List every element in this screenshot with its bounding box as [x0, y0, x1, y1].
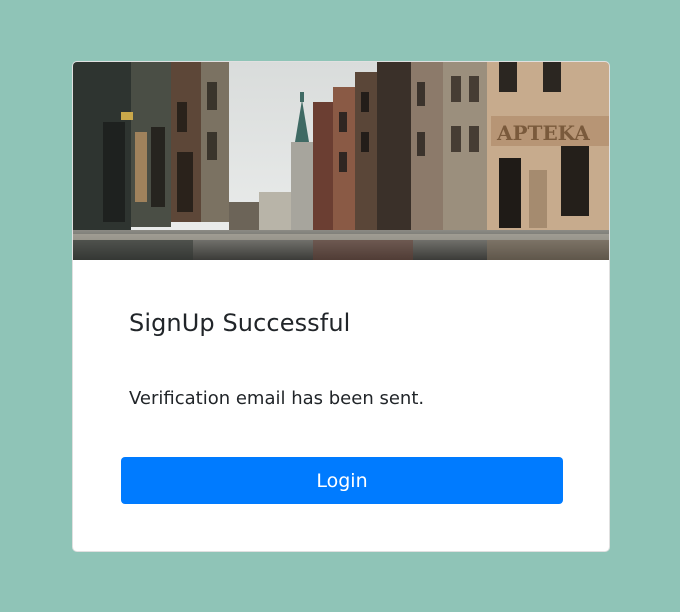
login-button[interactable]: Login: [121, 457, 563, 504]
card-title: SignUp Successful: [129, 309, 351, 337]
city-street-illustration: APTEKA: [73, 62, 609, 260]
signup-success-card: APTEKA SignUp Successful Verification em…: [72, 61, 610, 552]
card-body: SignUp Successful Verification email has…: [73, 260, 609, 551]
card-hero-image: APTEKA: [73, 62, 609, 260]
svg-text:APTEKA: APTEKA: [496, 121, 590, 145]
verification-message: Verification email has been sent.: [129, 388, 425, 409]
